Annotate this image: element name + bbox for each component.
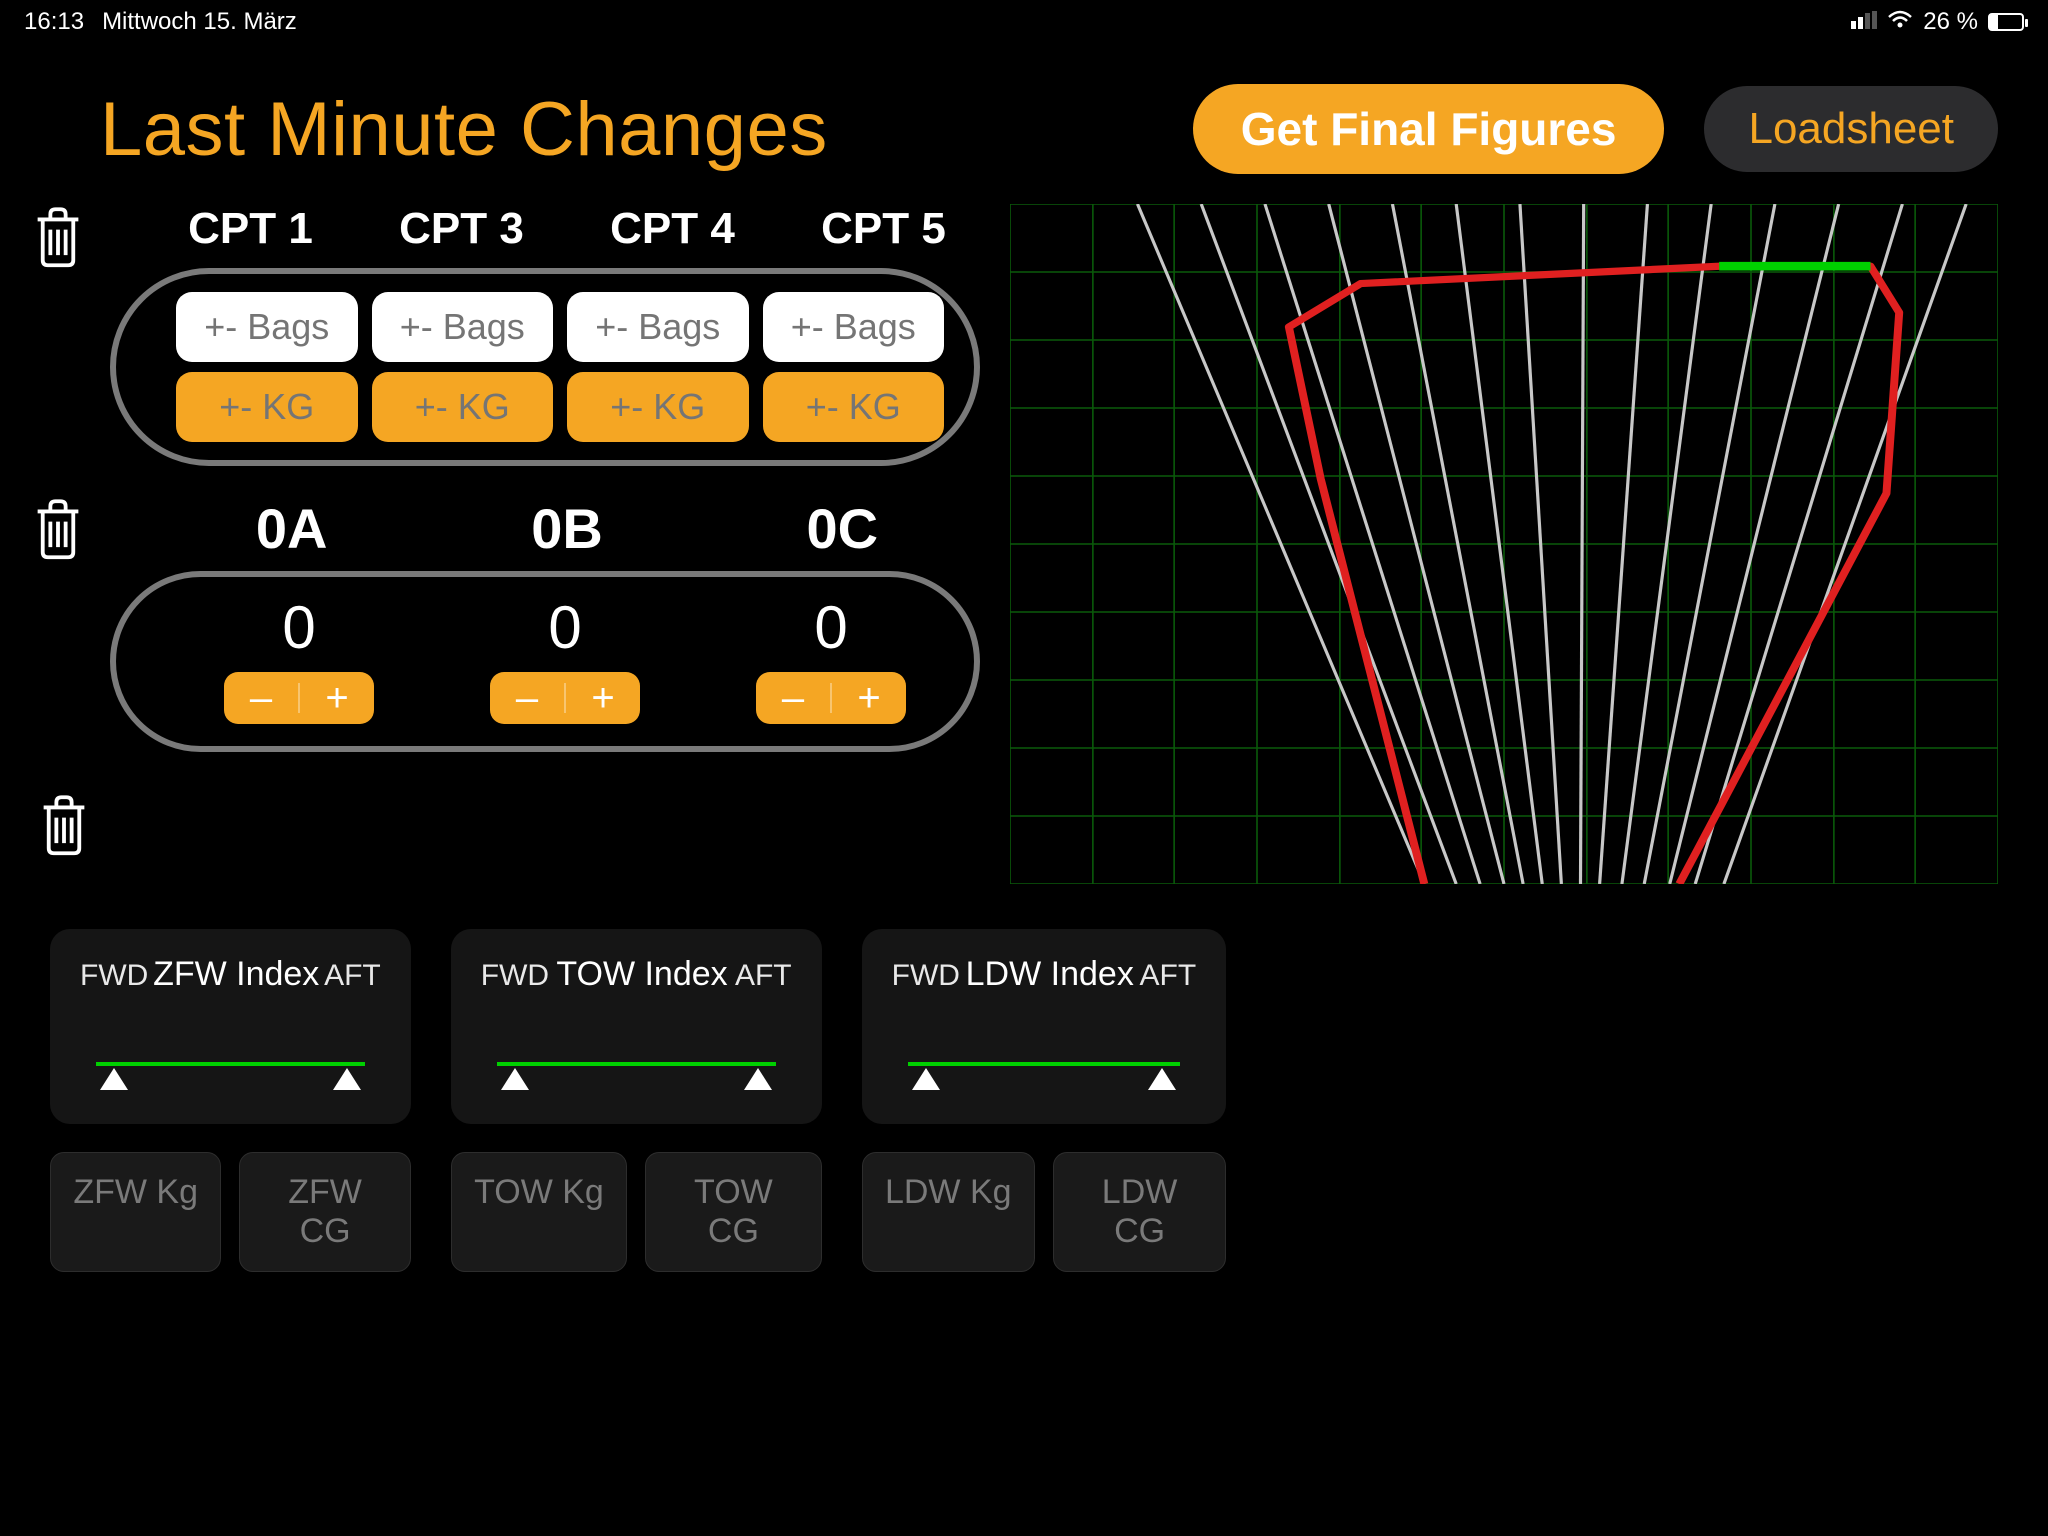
status-time: 16:13 xyxy=(24,8,84,36)
cpt5-kg-input[interactable] xyxy=(763,372,945,442)
cg-envelope-chart xyxy=(1010,204,1998,884)
ldw-kg-field[interactable]: LDW Kg xyxy=(862,1152,1035,1272)
status-bar: 16:13 Mittwoch 15. März 26 % xyxy=(0,0,2048,44)
trash-icon[interactable] xyxy=(30,496,86,560)
pax-0c-plus-button[interactable]: + xyxy=(832,672,906,724)
pax-0c-minus-button[interactable]: – xyxy=(756,672,830,724)
cpt1-kg-input[interactable] xyxy=(176,372,358,442)
get-final-figures-button[interactable]: Get Final Figures xyxy=(1193,84,1665,174)
triangle-marker-icon xyxy=(333,1068,361,1090)
pax-zone-header: 0A xyxy=(154,496,429,561)
loadsheet-button[interactable]: Loadsheet xyxy=(1704,86,1998,172)
ldw-index-bar xyxy=(892,1054,1197,1094)
pax-0c-value: 0 xyxy=(814,593,847,662)
cpt3-bags-input[interactable] xyxy=(372,292,554,362)
cpt4-bags-input[interactable] xyxy=(567,292,749,362)
cpt5-bags-input[interactable] xyxy=(763,292,945,362)
pax-0b-stepper: – + xyxy=(490,672,640,724)
ldw-index-title: LDW Index xyxy=(966,955,1134,994)
pax-0b-minus-button[interactable]: – xyxy=(490,672,564,724)
fwd-label: FWD xyxy=(80,959,148,993)
pax-0c-stepper: – + xyxy=(756,672,906,724)
fwd-label: FWD xyxy=(481,959,549,993)
battery-percent: 26 % xyxy=(1923,8,1978,36)
pax-0a-value: 0 xyxy=(282,593,315,662)
triangle-marker-icon xyxy=(912,1068,940,1090)
cpt-header: CPT 4 xyxy=(576,204,769,254)
pax-0b-plus-button[interactable]: + xyxy=(566,672,640,724)
cpt-header: CPT 3 xyxy=(365,204,558,254)
status-date: Mittwoch 15. März xyxy=(102,8,297,36)
cpt4-kg-input[interactable] xyxy=(567,372,749,442)
triangle-marker-icon xyxy=(1148,1068,1176,1090)
pax-zone-header: 0B xyxy=(429,496,704,561)
trash-icon[interactable] xyxy=(30,204,86,268)
pax-0a-minus-button[interactable]: – xyxy=(224,672,298,724)
pax-0b-value: 0 xyxy=(548,593,581,662)
zfw-index-title: ZFW Index xyxy=(153,955,319,994)
cpt3-kg-input[interactable] xyxy=(372,372,554,442)
pax-zone-header: 0C xyxy=(705,496,980,561)
zfw-index-card: FWD ZFW Index AFT xyxy=(50,929,411,1124)
tow-index-bar xyxy=(481,1054,792,1094)
tow-index-title: TOW Index xyxy=(556,955,727,994)
compartment-fuselage xyxy=(110,268,980,466)
zfw-kg-field[interactable]: ZFW Kg xyxy=(50,1152,221,1272)
pax-0a-stepper: – + xyxy=(224,672,374,724)
ldw-cg-field[interactable]: LDW CG xyxy=(1053,1152,1226,1272)
zfw-index-bar xyxy=(80,1054,381,1094)
tow-cg-field[interactable]: TOW CG xyxy=(645,1152,821,1272)
aft-label: AFT xyxy=(735,959,792,993)
fwd-label: FWD xyxy=(892,959,960,993)
cpt-header: CPT 1 xyxy=(154,204,347,254)
page-title: Last Minute Changes xyxy=(100,86,828,173)
zfw-cg-field[interactable]: ZFW CG xyxy=(239,1152,410,1272)
pax-0a-plus-button[interactable]: + xyxy=(300,672,374,724)
aft-label: AFT xyxy=(1140,959,1197,993)
cpt-header: CPT 5 xyxy=(787,204,980,254)
tow-kg-field[interactable]: TOW Kg xyxy=(451,1152,627,1272)
triangle-marker-icon xyxy=(501,1068,529,1090)
wifi-icon xyxy=(1887,8,1913,36)
cpt1-bags-input[interactable] xyxy=(176,292,358,362)
triangle-marker-icon xyxy=(100,1068,128,1090)
cellular-icon xyxy=(1851,8,1877,36)
tow-index-card: FWD TOW Index AFT xyxy=(451,929,822,1124)
aft-label: AFT xyxy=(324,959,381,993)
pax-fuselage: 0 – + 0 – + xyxy=(110,571,980,752)
trash-icon[interactable] xyxy=(36,792,92,856)
triangle-marker-icon xyxy=(744,1068,772,1090)
battery-icon xyxy=(1988,13,2024,31)
ldw-index-card: FWD LDW Index AFT xyxy=(862,929,1227,1124)
